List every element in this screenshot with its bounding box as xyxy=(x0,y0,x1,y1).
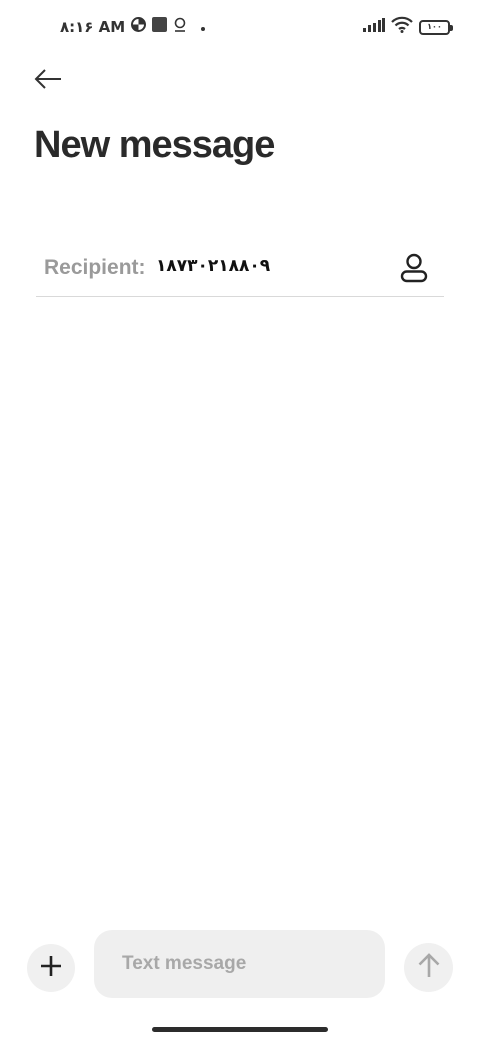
status-time: ۸:۱۶ AM xyxy=(60,18,126,36)
send-button[interactable] xyxy=(404,943,453,992)
recipient-label: Recipient: xyxy=(44,256,146,279)
cellular-signal-icon xyxy=(363,17,385,37)
person-icon xyxy=(400,253,428,288)
recipient-field[interactable]: Recipient: ۱۸۷۳۰۲۱۸۸۰۹ xyxy=(36,244,444,297)
status-bar: ۸:۱۶ AM ۱۰۰ xyxy=(0,0,480,52)
wifi-icon xyxy=(391,16,413,38)
contact-picker-button[interactable] xyxy=(398,252,430,288)
battery-icon: ۱۰۰ xyxy=(419,19,453,35)
location-pin-icon xyxy=(173,17,187,38)
page-title: New message xyxy=(34,124,275,166)
plus-icon xyxy=(40,955,62,982)
arrow-left-icon xyxy=(34,68,62,94)
arrow-up-icon xyxy=(418,952,440,983)
notification-square-icon xyxy=(152,17,168,37)
message-input-container xyxy=(94,930,385,998)
recipient-value[interactable]: ۱۸۷۳۰۲۱۸۸۰۹ xyxy=(156,256,270,276)
status-left: ۸:۱۶ AM xyxy=(60,16,206,38)
dot-icon xyxy=(201,18,206,36)
add-attachment-button[interactable] xyxy=(27,944,75,992)
home-indicator[interactable] xyxy=(152,1027,328,1032)
new-message-screen: ۸:۱۶ AM ۱۰۰ New message Recipient: ۱۸۷۳۰… xyxy=(0,0,480,1040)
data-saver-icon xyxy=(131,17,147,37)
back-button[interactable] xyxy=(28,62,68,100)
battery-level: ۱۰۰ xyxy=(427,22,442,31)
status-right: ۱۰۰ xyxy=(363,16,453,38)
message-input[interactable] xyxy=(94,930,385,998)
